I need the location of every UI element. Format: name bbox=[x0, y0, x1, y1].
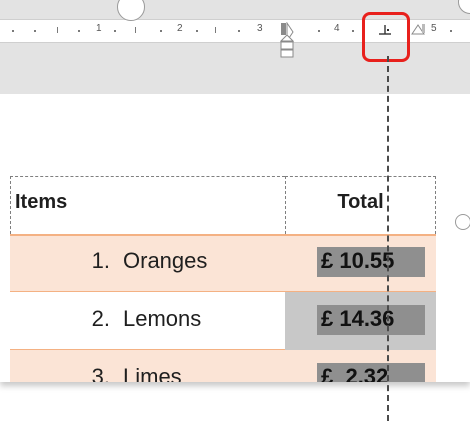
item-name: Oranges bbox=[123, 248, 208, 273]
ruler-dot bbox=[352, 30, 354, 32]
ruler-tick bbox=[215, 27, 216, 33]
item-cell[interactable]: 3. Limes bbox=[10, 350, 285, 382]
ruler-dot bbox=[318, 30, 320, 32]
table-row: 3. Limes £ 2.32 bbox=[10, 350, 436, 382]
ruler-dot bbox=[160, 30, 162, 32]
total-cell[interactable]: £ 14.36 bbox=[285, 292, 436, 350]
table-row: 1. Oranges £ 10.55 bbox=[10, 234, 436, 292]
table-header-row: Items Total bbox=[10, 176, 436, 234]
resize-handle-icon[interactable] bbox=[455, 214, 470, 230]
ruler-tick bbox=[57, 27, 58, 33]
ruler-dot bbox=[34, 30, 36, 32]
header-total: Total bbox=[285, 176, 436, 234]
word-screenshot: 1 2 3 4 5 Items Total 1. Oranges £ 10.55… bbox=[0, 0, 470, 423]
item-name: Lemons bbox=[123, 306, 202, 331]
ruler-dot bbox=[114, 30, 116, 32]
ruler-number: 1 bbox=[96, 23, 102, 34]
ruler-tick bbox=[135, 27, 136, 33]
total-cell[interactable]: £ 10.55 bbox=[285, 234, 436, 292]
ruler-number: 2 bbox=[177, 23, 183, 34]
ruler-dot bbox=[12, 30, 14, 32]
ruler-dot bbox=[78, 30, 80, 32]
indent-marker-icon[interactable] bbox=[280, 22, 294, 58]
ruler-dot bbox=[196, 30, 198, 32]
right-indent-icon[interactable] bbox=[410, 22, 426, 36]
ruler-dot bbox=[450, 30, 452, 32]
item-number: 3. bbox=[91, 364, 110, 382]
total-value: £ 14.36 bbox=[321, 306, 395, 331]
item-number: 1. bbox=[91, 248, 110, 273]
ruler-number: 3 bbox=[257, 23, 263, 34]
item-name: Limes bbox=[123, 364, 182, 382]
total-cell[interactable]: £ 2.32 bbox=[285, 350, 436, 382]
items-table: Items Total 1. Oranges £ 10.55 2. Lemons… bbox=[10, 176, 436, 382]
table-row: 2. Lemons £ 14.36 bbox=[10, 292, 436, 350]
tab-stop-callout bbox=[362, 12, 410, 62]
document-window: 1 2 3 4 5 Items Total 1. Oranges £ 10.55… bbox=[0, 0, 470, 382]
total-value: £ 10.55 bbox=[321, 248, 395, 273]
item-cell[interactable]: 1. Oranges bbox=[10, 234, 285, 292]
header-items: Items bbox=[10, 176, 285, 234]
total-value: £ 2.32 bbox=[321, 364, 389, 382]
ruler-number: 5 bbox=[431, 23, 437, 34]
ruler-number: 4 bbox=[334, 23, 340, 34]
item-cell[interactable]: 2. Lemons bbox=[10, 292, 285, 350]
tab-alignment-guide bbox=[387, 56, 389, 421]
item-number: 2. bbox=[91, 306, 110, 331]
ruler-dot bbox=[238, 30, 240, 32]
